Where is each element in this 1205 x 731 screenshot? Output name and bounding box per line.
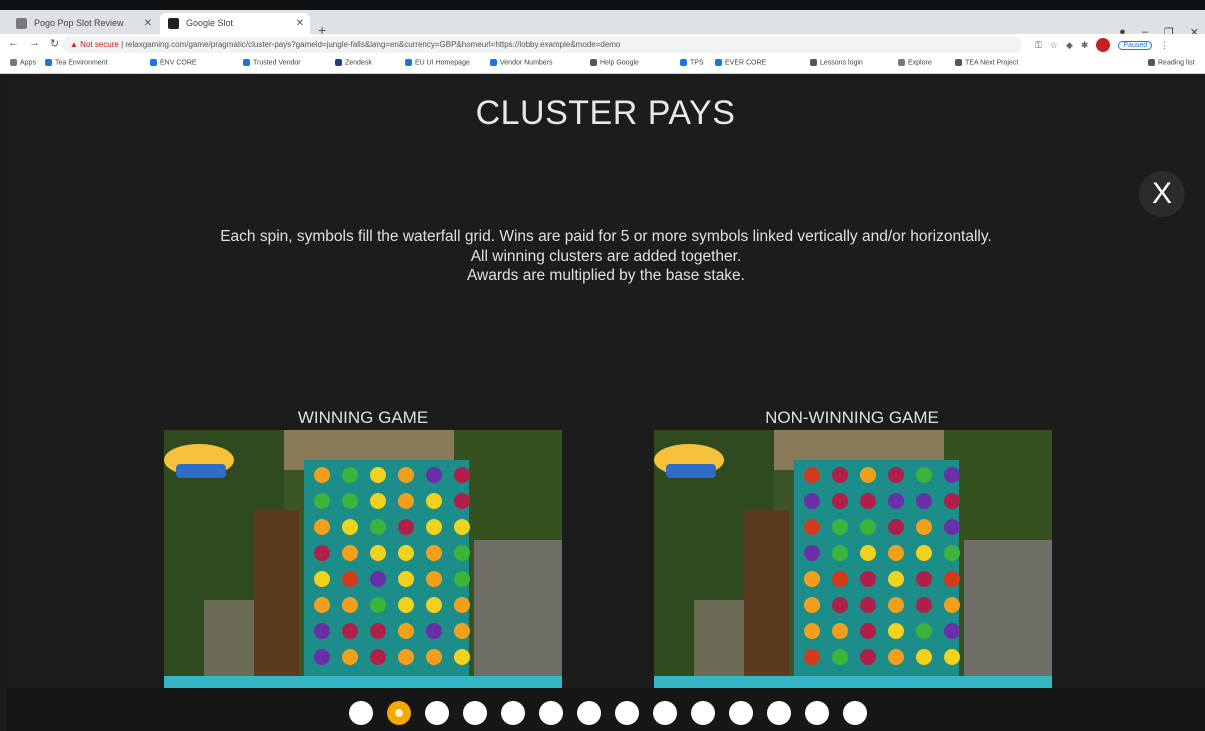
non-winning-game-image [654,430,1052,692]
page-title: CLUSTER PAYS [475,94,736,132]
description-line: Awards are multiplied by the base stake. [466,267,745,284]
bookmark-icon [898,59,905,66]
bookmark-icon [405,59,412,66]
page-dot[interactable] [691,701,715,725]
reload-icon[interactable]: ↻ [50,37,59,50]
close-tab-icon[interactable]: ✕ [296,13,304,34]
reading-list-icon [1148,59,1155,66]
tab-label: Pogo Pop Slot Review [34,18,124,28]
key-icon[interactable]: ⚿ [1035,40,1042,51]
page-dot[interactable] [539,701,563,725]
bookmark-item[interactable]: Explore [898,59,932,66]
url-text: relaxgaming.com/game/pragmatic/cluster-p… [125,40,621,49]
bookmark-item[interactable]: EU UI Homepage [405,59,470,66]
non-winning-game-scene [654,430,1052,692]
warning-icon: ▲ [70,40,81,49]
bookmark-item[interactable]: Lessons login [810,59,863,66]
bookmark-item[interactable]: Trusted Vendor [243,59,301,66]
tab-favicon-icon [168,18,179,29]
bookmark-item[interactable]: Vendor Numbers [490,59,553,66]
page-dot[interactable] [577,701,601,725]
winning-game-scene [164,430,562,692]
reading-list-item[interactable]: Reading list [1148,59,1195,66]
winning-game-label: WINNING GAME [297,408,429,427]
url-input[interactable]: ▲ Not secure | relaxgaming.com/game/prag… [62,37,1022,53]
extension-icon[interactable]: ◆ [1066,40,1073,51]
nav-buttons: ← → ↻ [8,37,59,50]
paused-badge[interactable]: Paused [1118,40,1153,50]
apps-icon [10,59,17,66]
menu-icon[interactable]: ⋮ [1160,40,1169,51]
page-dot[interactable] [805,701,829,725]
browser-tab-bar: Pogo Pop Slot Review ✕ Google Slot ✕ + ●… [0,10,1205,39]
page-dot-active[interactable] [387,701,411,725]
description-line: All winning clusters are added together. [470,247,742,265]
rules-description: Each spin, symbols fill the waterfall gr… [116,227,1096,286]
window-top-strip [0,0,1205,10]
back-icon[interactable]: ← [8,37,19,50]
puzzle-icon[interactable]: ✱ [1081,40,1089,51]
bookmark-icon [45,59,52,66]
bookmark-icon [810,59,817,66]
tab-favicon-icon [16,18,27,29]
bookmark-item[interactable]: TPS [680,59,704,66]
bookmark-icon [590,59,597,66]
non-winning-game-label: NON-WINNING GAME [765,408,939,427]
extension-icons: ⚿ ☆ ◆ ✱ Paused ⋮ [1035,38,1169,52]
winning-game-image [164,430,562,692]
game-help-screen: CLUSTER PAYS X Each spin, symbols fill t… [6,74,1205,731]
description-line: Each spin, symbols fill the waterfall gr… [220,228,992,245]
bookmark-icon [715,59,722,66]
tab-label: Google Slot [186,18,234,28]
profile-avatar[interactable] [1096,38,1111,52]
bookmark-item[interactable]: Help Google [590,59,639,66]
bookmark-icon [490,59,497,66]
bookmark-icon [150,59,157,66]
browser-tab-2[interactable]: Google Slot ✕ [160,13,310,34]
page-dot[interactable] [463,701,487,725]
bookmark-item[interactable]: ENV CORE [150,59,197,66]
close-tab-icon[interactable]: ✕ [144,13,152,34]
star-icon[interactable]: ☆ [1050,40,1058,51]
bookmark-item[interactable]: Apps [10,59,36,66]
page-dot[interactable] [729,701,753,725]
page-dot[interactable] [843,701,867,725]
page-dot[interactable] [767,701,791,725]
bookmark-icon [243,59,250,66]
browser-tab-1[interactable]: Pogo Pop Slot Review ✕ [8,13,158,34]
page-dot[interactable] [425,701,449,725]
bookmarks-bar: Apps Tea Environment ENV CORE Trusted Ve… [0,56,1205,74]
bookmark-item[interactable]: Tea Environment [45,59,108,66]
page-dot[interactable] [615,701,639,725]
bookmark-icon [335,59,342,66]
page-dot[interactable] [349,701,373,725]
bookmark-icon [955,59,962,66]
page-dot[interactable] [501,701,525,725]
page-dot[interactable] [653,701,677,725]
bookmark-icon [680,59,687,66]
page-dots [349,701,867,725]
not-secure-label: Not secure [80,40,119,49]
close-button[interactable]: X [1139,171,1185,217]
bookmark-item[interactable]: Zendesk [335,59,372,66]
forward-icon[interactable]: → [29,37,40,50]
bookmark-item[interactable]: EVER CORE [715,59,766,66]
bookmark-item[interactable]: TEA Next Project [955,59,1018,66]
address-bar-row: ← → ↻ ▲ Not secure | relaxgaming.com/gam… [0,34,1205,56]
